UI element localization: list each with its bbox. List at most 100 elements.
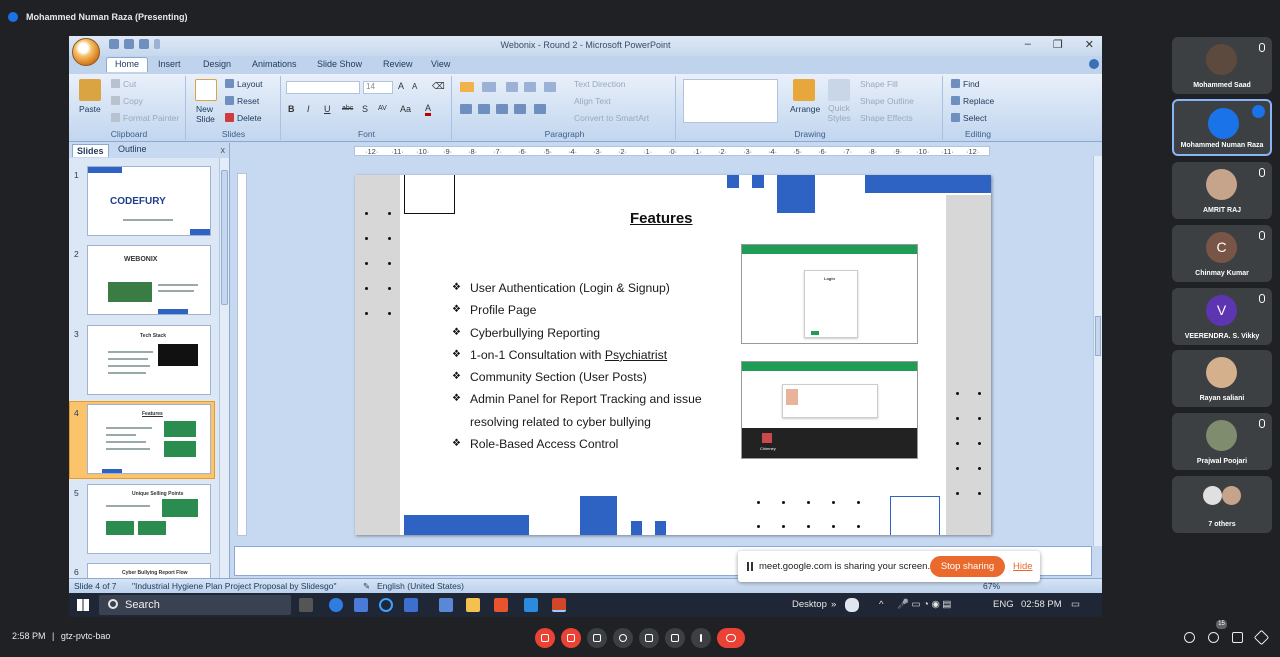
login-screenshot-image[interactable]: Login	[741, 244, 918, 344]
paste-icon[interactable]	[79, 79, 101, 101]
mic-off-button[interactable]	[535, 628, 555, 648]
new-slide-button[interactable]: New Slide	[196, 104, 226, 124]
tab-slide-show[interactable]: Slide Show	[317, 59, 362, 69]
quick-styles-icon[interactable]	[828, 79, 850, 101]
convert-smartart-button[interactable]: Convert to SmartArt	[574, 113, 649, 123]
change-case-button[interactable]: Aa	[400, 104, 411, 114]
participant-tile[interactable]: C Chinmay Kumar	[1172, 225, 1272, 282]
reactions-button[interactable]	[613, 628, 633, 648]
meeting-details-icon[interactable]	[1184, 632, 1195, 643]
participant-tile[interactable]: Prajwal Poojari	[1172, 413, 1272, 470]
tab-view[interactable]: View	[431, 59, 450, 69]
participant-tile[interactable]: Rayan saliani	[1172, 350, 1272, 407]
bold-button[interactable]: B	[288, 104, 295, 114]
delete-button[interactable]: Delete	[225, 113, 262, 123]
slide-scrollbar[interactable]	[1093, 156, 1102, 546]
minimize-button[interactable]: –	[1025, 38, 1031, 51]
select-button[interactable]: Select	[951, 113, 987, 123]
show-hidden-icons[interactable]: ^	[879, 599, 883, 610]
find-button[interactable]: Find	[951, 79, 980, 89]
tab-slides[interactable]: Slides	[72, 144, 109, 157]
tray-icons[interactable]: 🎤 ▭ ◔ ◉ ▤	[897, 599, 951, 610]
zoom-level[interactable]: 67%	[983, 581, 1000, 591]
task-view-icon[interactable]	[299, 598, 313, 612]
restore-button[interactable]: ❐	[1053, 38, 1063, 51]
slide-title[interactable]: Features	[630, 210, 693, 227]
edge-icon[interactable]	[329, 598, 343, 612]
participant-tile-others[interactable]: 7 others	[1172, 476, 1272, 533]
camera-off-button[interactable]	[561, 628, 581, 648]
desktop-toolbar[interactable]: Desktop	[792, 599, 827, 610]
new-slide-icon[interactable]	[195, 79, 217, 101]
cortana-icon[interactable]	[379, 598, 393, 612]
psychiatrist-link[interactable]: Psychiatrist	[605, 348, 667, 362]
pane-scrollbar[interactable]	[219, 158, 229, 578]
participant-tile[interactable]: Mohammed Saad	[1172, 37, 1272, 94]
shape-fill-button[interactable]: Shape Fill	[860, 79, 898, 89]
tab-outline[interactable]: Outline	[118, 144, 147, 154]
paste-button[interactable]: Paste	[79, 104, 101, 114]
activities-icon[interactable]	[1253, 629, 1270, 646]
strikethrough-button[interactable]: abc	[342, 105, 353, 112]
profile-screenshot-image[interactable]: Chimney	[741, 361, 918, 459]
increase-indent-icon[interactable]	[524, 82, 536, 92]
line-spacing-icon[interactable]	[544, 82, 556, 92]
shape-outline-button[interactable]: Shape Outline	[860, 96, 914, 106]
arrange-icon[interactable]	[793, 79, 815, 101]
windows-start-icon[interactable]	[77, 599, 89, 611]
justify-icon[interactable]	[514, 104, 526, 114]
feature-list[interactable]: User Authentication (Login & Signup) Pro…	[452, 277, 722, 456]
notifications-icon[interactable]: ▭	[1071, 599, 1080, 610]
app-icon[interactable]	[354, 598, 368, 612]
font-color-button[interactable]: A	[425, 103, 432, 116]
clear-format-icon[interactable]: ⌫	[432, 81, 445, 92]
align-right-icon[interactable]	[496, 104, 508, 114]
close-pane-icon[interactable]: x	[221, 145, 226, 155]
participant-tile[interactable]: V VEERENDRA. S. Vikky	[1172, 288, 1272, 345]
weather-icon[interactable]	[845, 598, 859, 612]
shape-effects-button[interactable]: Shape Effects	[860, 113, 913, 123]
char-spacing-button[interactable]: AV	[378, 105, 387, 112]
shrink-font-button[interactable]: A	[412, 82, 417, 91]
language-label[interactable]: English (United States)	[377, 581, 464, 591]
people-icon[interactable]	[1208, 632, 1219, 643]
arrange-button[interactable]: Arrange	[790, 104, 820, 114]
tab-design[interactable]: Design	[203, 59, 231, 69]
copy-button[interactable]: Copy	[111, 96, 143, 106]
customize-qat-icon[interactable]	[154, 39, 160, 49]
raise-hand-button[interactable]	[665, 628, 685, 648]
powerpoint-taskbar-icon[interactable]	[552, 598, 566, 612]
tab-insert[interactable]: Insert	[158, 59, 181, 69]
align-center-icon[interactable]	[478, 104, 490, 114]
settings-app-icon[interactable]	[404, 598, 418, 612]
keyboard-app-icon[interactable]	[439, 598, 453, 612]
italic-button[interactable]: I	[307, 104, 310, 114]
underline-button[interactable]: U	[324, 104, 331, 114]
font-name-field[interactable]	[286, 81, 360, 94]
grow-font-button[interactable]: A	[398, 81, 404, 91]
participant-tile[interactable]: AMRIT RAJ	[1172, 162, 1272, 219]
file-explorer-icon[interactable]	[466, 598, 480, 612]
tab-animations[interactable]: Animations	[252, 59, 297, 69]
align-text-button[interactable]: Align Text	[574, 96, 611, 106]
undo-icon[interactable]	[124, 39, 134, 49]
hide-button[interactable]: Hide	[1013, 561, 1033, 572]
taskbar-clock[interactable]: 02:58 PM	[1021, 599, 1062, 610]
tab-home[interactable]: Home	[106, 57, 149, 72]
brave-icon[interactable]	[494, 598, 508, 612]
bullets-icon[interactable]	[460, 82, 474, 92]
taskbar-search[interactable]: Search	[99, 595, 291, 615]
redo-icon[interactable]	[139, 39, 149, 49]
present-button[interactable]	[639, 628, 659, 648]
decrease-indent-icon[interactable]	[506, 82, 518, 92]
save-icon[interactable]	[109, 39, 119, 49]
format-painter-button[interactable]: Format Painter	[111, 113, 179, 123]
tab-review[interactable]: Review	[383, 59, 413, 69]
close-button[interactable]: ✕	[1085, 38, 1094, 51]
help-icon[interactable]	[1089, 59, 1099, 69]
participant-tile-speaking[interactable]: Mohammed Numan Raza	[1172, 99, 1272, 156]
columns-icon[interactable]	[534, 104, 546, 114]
office-button[interactable]	[72, 38, 100, 66]
vscode-icon[interactable]	[524, 598, 538, 612]
cut-button[interactable]: Cut	[111, 79, 136, 89]
